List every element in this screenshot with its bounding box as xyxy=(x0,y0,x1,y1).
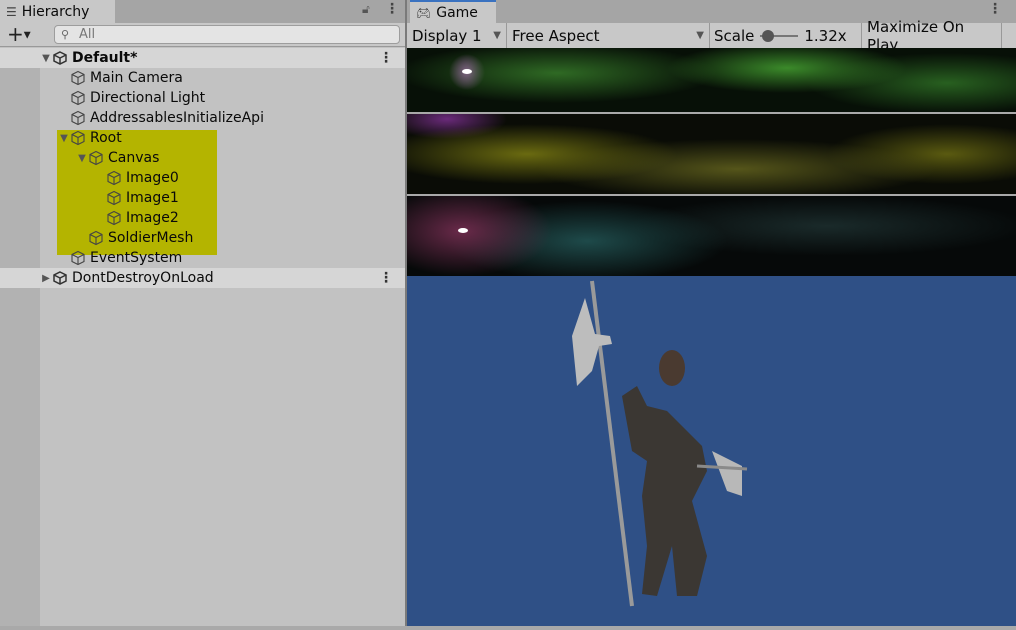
gameobject-cube-icon xyxy=(107,210,121,226)
soldier-model xyxy=(572,280,748,607)
scale-slider[interactable] xyxy=(760,29,799,42)
more-icon[interactable]: ⋮ xyxy=(379,50,393,66)
slider-thumb[interactable] xyxy=(762,29,775,42)
hierarchy-item[interactable]: ▼ Root xyxy=(0,128,405,148)
background-image-2 xyxy=(407,196,1016,276)
list-icon: ☰ xyxy=(6,4,17,19)
item-label: Default* xyxy=(72,50,138,66)
chevron-down-icon: ▼ xyxy=(696,30,704,41)
unity-scene-icon xyxy=(53,51,67,65)
soldier-head xyxy=(659,350,685,386)
item-label: AddressablesInitializeApi xyxy=(90,110,264,126)
hierarchy-item[interactable]: SoldierMesh xyxy=(0,228,405,248)
gameobject-cube-icon xyxy=(107,190,121,206)
hierarchy-item[interactable]: EventSystem xyxy=(0,248,405,268)
hierarchy-item[interactable]: Main Camera xyxy=(0,68,405,88)
item-label: DontDestroyOnLoad xyxy=(72,270,214,286)
gamepad-icon: 🎮︎ xyxy=(416,5,432,20)
background-image-0 xyxy=(407,48,1016,112)
unity-scene-icon xyxy=(53,271,67,285)
gameobject-cube-icon xyxy=(71,250,85,266)
gameobject-cube-icon xyxy=(71,90,85,106)
expand-arrow-icon[interactable]: ▼ xyxy=(40,53,52,64)
expand-arrow-icon[interactable]: ▼ xyxy=(58,133,70,144)
scene-row[interactable]: ▼ Default* ⋮ xyxy=(0,48,405,68)
item-label: Directional Light xyxy=(90,90,206,106)
hierarchy-item[interactable]: Directional Light xyxy=(0,88,405,108)
chevron-down-icon: ▼ xyxy=(493,30,501,41)
scale-label: Scale xyxy=(714,26,755,45)
gameobject-cube-icon xyxy=(71,70,85,86)
hierarchy-item[interactable]: Image0 xyxy=(0,168,405,188)
gameobject-cube-icon xyxy=(71,130,85,146)
item-label: Canvas xyxy=(108,150,160,166)
search-icon: ⚲ xyxy=(61,28,70,41)
item-label: EventSystem xyxy=(90,250,183,266)
tab-label: Game xyxy=(436,4,478,21)
tab-game[interactable]: 🎮︎ Game xyxy=(410,0,496,23)
add-button[interactable]: +▼ xyxy=(7,23,31,47)
gameobject-cube-icon xyxy=(107,170,121,186)
display-value: Display 1 xyxy=(412,26,482,45)
search-input[interactable]: ⚲ All xyxy=(54,25,400,44)
hierarchy-item[interactable]: Image1 xyxy=(0,188,405,208)
halberd-shaft xyxy=(590,280,634,607)
lock-icon[interactable]: 🔓︎ xyxy=(362,2,370,17)
item-label: SoldierMesh xyxy=(108,230,194,246)
game-toolbar: Display 1 ▼ Free Aspect ▼ Scale 1.32x Ma… xyxy=(407,18,1016,54)
item-label: Main Camera xyxy=(90,70,183,86)
tab-label: Hierarchy xyxy=(21,3,90,20)
hierarchy-item[interactable]: ▼ Canvas xyxy=(0,148,405,168)
aspect-value: Free Aspect xyxy=(512,26,600,45)
scene-row[interactable]: ▶ DontDestroyOnLoad ⋮ xyxy=(0,268,405,288)
more-icon[interactable]: ⋮ xyxy=(379,270,393,286)
game-viewport[interactable] xyxy=(407,276,1016,626)
tab-hierarchy[interactable]: ☰ Hierarchy xyxy=(0,0,115,23)
hierarchy-tree: ▼ Default* ⋮ Main Camera Directional Light Ad… xyxy=(0,48,405,288)
gameobject-cube-icon xyxy=(89,150,103,166)
item-label: Root xyxy=(90,130,122,146)
collapse-arrow-icon[interactable]: ▶ xyxy=(40,273,52,284)
soldier-body xyxy=(622,386,707,596)
halberd-blade xyxy=(572,298,612,386)
display-dropdown[interactable]: Display 1 ▼ xyxy=(407,23,507,48)
background-image-1 xyxy=(407,114,1016,194)
hierarchy-toolbar: +▼ ⚲ All xyxy=(0,23,405,47)
maximize-on-play-button[interactable]: Maximize On Play xyxy=(862,18,1002,54)
aspect-dropdown[interactable]: Free Aspect ▼ xyxy=(507,23,710,48)
more-icon[interactable]: ⋮ xyxy=(988,1,1002,17)
game-panel: 🎮︎ Game ⋮ Display 1 ▼ Free Aspect ▼ Scal… xyxy=(407,0,1016,626)
axe-blade xyxy=(712,451,742,496)
hierarchy-panel: ☰ Hierarchy 🔓︎ ⋮ +▼ ⚲ All ▼ Default* ⋮ Main… xyxy=(0,0,405,626)
hierarchy-item[interactable]: AddressablesInitializeApi xyxy=(0,108,405,128)
more-icon[interactable]: ⋮ xyxy=(385,1,399,17)
item-label: Image0 xyxy=(126,170,179,186)
gameobject-cube-icon xyxy=(89,230,103,246)
item-label: Image1 xyxy=(126,190,179,206)
expand-arrow-icon[interactable]: ▼ xyxy=(76,153,88,164)
scale-control: Scale 1.32x xyxy=(710,23,862,48)
hierarchy-tabbar: ☰ Hierarchy 🔓︎ ⋮ xyxy=(0,0,405,23)
hierarchy-item[interactable]: Image2 xyxy=(0,208,405,228)
gameobject-cube-icon xyxy=(71,110,85,126)
item-label: Image2 xyxy=(126,210,179,226)
scale-value: 1.32x xyxy=(804,26,847,45)
search-placeholder: All xyxy=(79,27,96,42)
